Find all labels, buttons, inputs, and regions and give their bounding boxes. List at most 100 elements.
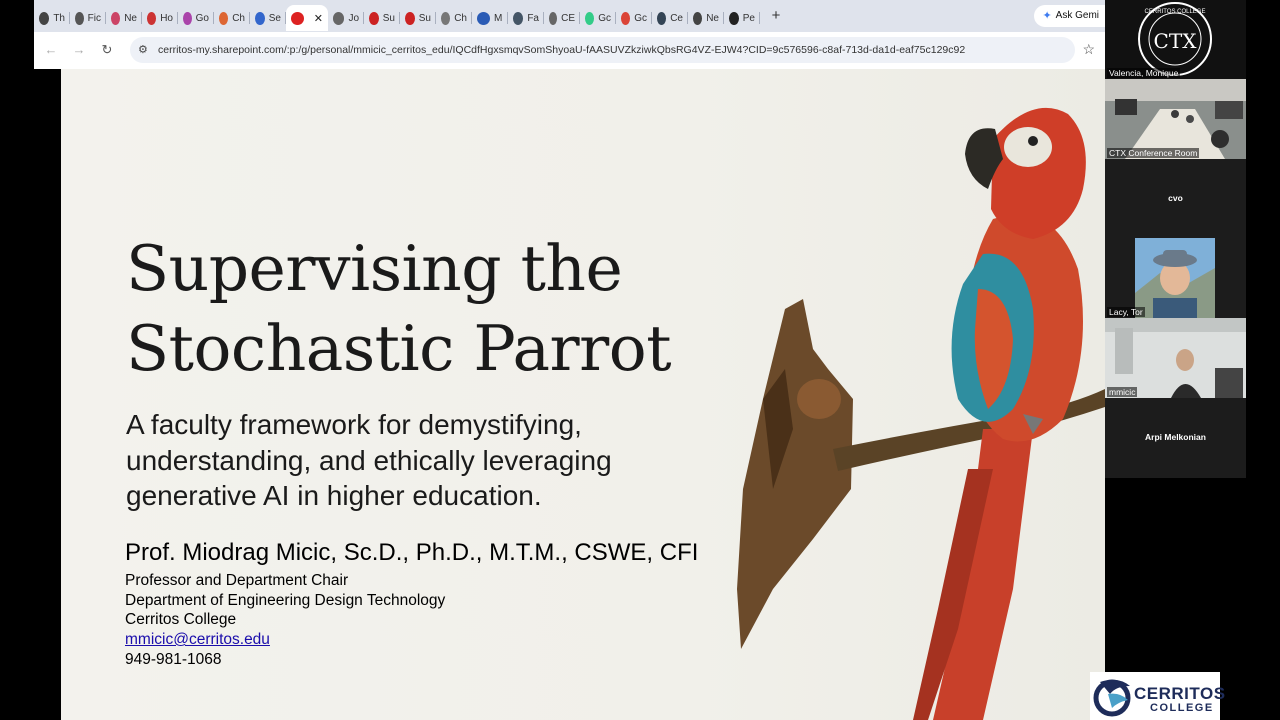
browser-tab[interactable]: Gc xyxy=(580,5,616,31)
new-tab-button[interactable]: + xyxy=(764,4,788,28)
participant-name: Arpi Melkonian xyxy=(1145,432,1206,442)
ask-gemini-button[interactable]: ✦ Ask Gemi xyxy=(1034,5,1105,27)
tab-favicon-icon xyxy=(477,11,490,25)
address-bar[interactable]: ⚙ cerritos-my.sharepoint.com/:p:/g/perso… xyxy=(130,37,1075,63)
ask-gemini-label: Ask Gemi xyxy=(1055,10,1099,21)
browser-tab[interactable]: Pe xyxy=(724,5,760,31)
tab-favicon-icon xyxy=(291,11,304,25)
participant-tile-3[interactable]: cvo xyxy=(1105,159,1246,238)
tab-label: Pe xyxy=(742,12,755,24)
browser-tab[interactable]: Ne xyxy=(688,5,724,31)
browser-tab[interactable]: Ch xyxy=(214,5,250,31)
browser-tab[interactable]: Th xyxy=(34,5,70,31)
browser-tab[interactable]: Se xyxy=(250,5,286,31)
tab-favicon-icon xyxy=(111,11,121,25)
participant-tile-2[interactable]: CTX Conference Room xyxy=(1105,79,1246,159)
logo-sub: COLLEGE xyxy=(1150,702,1214,714)
tab-label: Ch xyxy=(454,12,467,24)
tab-label: M xyxy=(494,12,503,24)
tab-label: Go xyxy=(195,12,209,24)
slide-title: Supervising the Stochastic Parrot xyxy=(126,229,672,389)
falcon-logo-icon xyxy=(1093,679,1131,717)
browser-tab[interactable]: Ne xyxy=(106,5,142,31)
browser-tab[interactable]: Ce xyxy=(652,5,688,31)
tab-label: Gc xyxy=(634,12,647,24)
presentation-slide: Supervising the Stochastic Parrot A facu… xyxy=(61,69,1105,720)
tab-favicon-icon xyxy=(585,11,595,25)
tab-label: CE xyxy=(561,12,575,24)
logo-name: CERRITOS xyxy=(1134,684,1226,703)
title-line-2: Stochastic Parrot xyxy=(126,312,672,385)
browser-tab[interactable]: Fa xyxy=(508,5,544,31)
tab-favicon-icon xyxy=(183,11,192,25)
ctx-logo-ring-text: CERRITOS COLLEGE xyxy=(1145,9,1206,15)
tab-label: Fa xyxy=(527,12,539,24)
tab-label: Fic xyxy=(87,12,101,24)
browser-tab[interactable]: Jo xyxy=(328,5,364,31)
participant-tile-6[interactable]: Arpi Melkonian xyxy=(1105,398,1246,478)
browser-tab[interactable]: ✕ xyxy=(286,5,328,31)
tab-favicon-icon xyxy=(729,11,739,25)
participant-video xyxy=(1105,318,1246,398)
participant-name: cvo xyxy=(1168,193,1183,203)
reload-icon[interactable]: ↻ xyxy=(98,41,116,59)
tab-favicon-icon xyxy=(693,11,703,25)
tab-label: Su xyxy=(382,12,395,24)
tab-strip: Th Fic Ne Ho Go Ch Se ✕ Jo Su Su Ch M Fa CE Gc Gc Ce Ne Pe + xyxy=(34,0,1105,32)
browser-tab[interactable]: Su xyxy=(400,5,436,31)
cerritos-logo: CERRITOS COLLEGE xyxy=(1090,672,1225,720)
tab-favicon-icon xyxy=(147,11,157,25)
close-tab-icon[interactable]: ✕ xyxy=(314,12,323,25)
author-department: Department of Engineering Design Technol… xyxy=(125,591,446,609)
tab-favicon-icon xyxy=(75,11,84,25)
browser-tab[interactable]: Fic xyxy=(70,5,106,31)
parrot-illustration xyxy=(737,107,1105,720)
browser-tab[interactable]: M xyxy=(472,5,508,31)
tab-favicon-icon xyxy=(513,11,524,25)
site-info-icon[interactable]: ⚙ xyxy=(138,43,148,56)
tab-label: Th xyxy=(53,12,65,24)
tab-favicon-icon xyxy=(333,11,345,25)
browser-window: Th Fic Ne Ho Go Ch Se ✕ Jo Su Su Ch M Fa CE Gc Gc Ce Ne Pe +… xyxy=(34,0,1105,69)
tab-favicon-icon xyxy=(657,11,667,25)
browser-tab[interactable]: Su xyxy=(364,5,400,31)
participant-name: Lacy, Tor xyxy=(1107,307,1145,317)
tab-label: Su xyxy=(418,12,431,24)
tab-label: Ho xyxy=(160,12,173,24)
tab-favicon-icon xyxy=(369,11,379,25)
author-email-link[interactable]: mmicic@cerritos.edu xyxy=(125,630,445,650)
author-position: Professor and Department Chair xyxy=(125,572,349,589)
author-name: Prof. Miodrag Micic, Sc.D., Ph.D., M.T.M… xyxy=(125,539,699,566)
back-icon[interactable]: ← xyxy=(42,41,60,59)
slide-subtitle: A faculty framework for demystifying, un… xyxy=(126,409,612,511)
tab-favicon-icon xyxy=(441,11,451,25)
forward-icon[interactable]: → xyxy=(70,41,88,59)
participants-panel: CTX CERRITOS COLLEGE Valencia, Monique C… xyxy=(1105,0,1246,478)
tab-favicon-icon xyxy=(39,11,50,25)
browser-toolbar: ← → ↻ ⚙ cerritos-my.sharepoint.com/:p:/g… xyxy=(34,32,1105,69)
browser-tab[interactable]: CE xyxy=(544,5,580,31)
url-text: cerritos-my.sharepoint.com/:p:/g/persona… xyxy=(158,44,966,56)
conference-room-video xyxy=(1105,79,1246,159)
tab-label: Ne xyxy=(124,12,137,24)
ctx-logo-text: CTX xyxy=(1154,29,1198,53)
bookmark-star-icon[interactable]: ☆ xyxy=(1082,41,1095,58)
browser-tab[interactable]: Ch xyxy=(436,5,472,31)
participant-tile-5[interactable]: mmicic xyxy=(1105,318,1246,398)
tab-label: Ce xyxy=(670,12,683,24)
tab-favicon-icon xyxy=(219,11,229,25)
participant-video xyxy=(1135,238,1215,318)
tab-label: Jo xyxy=(348,12,359,24)
participant-tile-1[interactable]: CTX CERRITOS COLLEGE Valencia, Monique xyxy=(1105,0,1246,79)
tab-label: Ch xyxy=(232,12,245,24)
browser-tab[interactable]: Go xyxy=(178,5,214,31)
gemini-spark-icon: ✦ xyxy=(1042,10,1052,22)
tab-label: Ne xyxy=(706,12,719,24)
tab-label: Se xyxy=(268,12,281,24)
tab-label: Gc xyxy=(598,12,611,24)
participant-tile-4[interactable]: Lacy, Tor xyxy=(1105,238,1246,318)
title-line-1: Supervising the xyxy=(126,232,623,305)
browser-tab[interactable]: Ho xyxy=(142,5,178,31)
browser-tab[interactable]: Gc xyxy=(616,5,652,31)
participant-name: Valencia, Monique xyxy=(1107,68,1181,78)
